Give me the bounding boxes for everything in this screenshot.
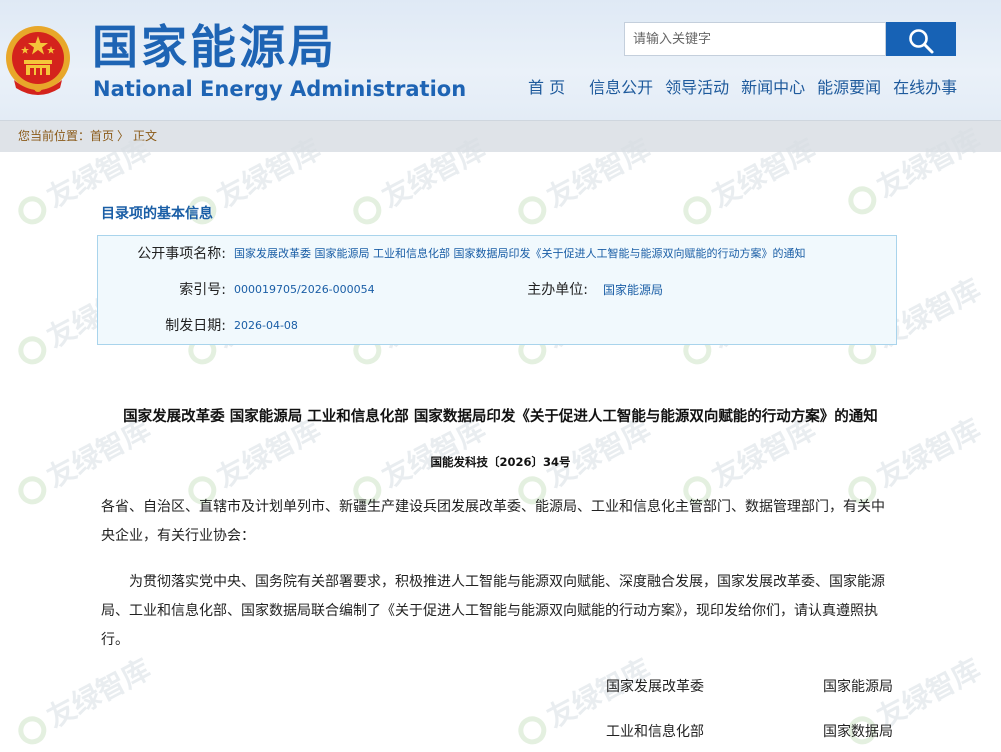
organizer-label: 主办单位: [527, 282, 588, 298]
signatory: 国家发展改革委 [606, 679, 704, 695]
site-title-cn: 国家能源局 [92, 20, 337, 74]
breadcrumb: 您当前位置： 首页 〉 正文 [0, 120, 1001, 152]
search-icon [909, 28, 934, 53]
item-name-label: 公开事项名称: [137, 246, 226, 262]
organizer-value: 国家能源局 [603, 283, 664, 297]
nav-energy-news[interactable]: 能源要闻 [817, 77, 881, 99]
site-title-en: National Energy Administration [93, 77, 467, 101]
document-body: 为贯彻落实党中央、国务院有关部署要求，积极推进人工智能与能源双向赋能、深度融合发… [101, 574, 885, 648]
signatory: 国家数据局 [823, 724, 893, 740]
breadcrumb-current: 正文 [133, 129, 158, 143]
nav-leadership-activities[interactable]: 领导活动 [665, 77, 729, 99]
document-addressee: 各省、自治区、直辖市及计划单列市、新疆生产建设兵团发展改革委、能源局、工业和信息… [101, 499, 885, 544]
breadcrumb-home-link[interactable]: 首页 [90, 121, 114, 152]
search-button[interactable] [886, 22, 956, 56]
document-number: 国能发科技〔2026〕34号 [430, 455, 571, 469]
watermark: 友绿智库 [9, 648, 157, 752]
info-section-title: 目录项的基本信息 [101, 206, 213, 222]
signatory: 工业和信息化部 [606, 724, 704, 740]
breadcrumb-prefix: 您当前位置： [18, 129, 91, 143]
main-nav: 首 页 信息公开 领导活动 新闻中心 能源要闻 在线办事 [528, 77, 969, 99]
nav-info-disclosure[interactable]: 信息公开 [589, 77, 653, 99]
national-emblem-icon [6, 26, 70, 95]
document-title: 国家发展改革委 国家能源局 工业和信息化部 国家数据局印发《关于促进人工智能与能… [123, 409, 878, 425]
item-name-value: 国家发展改革委 国家能源局 工业和信息化部 国家数据局印发《关于促进人工智能与能… [234, 247, 806, 260]
issue-date-value: 2026-04-08 [234, 319, 298, 332]
nav-online-services[interactable]: 在线办事 [893, 77, 957, 99]
site-header: 国家能源局 National Energy Administration 首 页… [0, 0, 1001, 120]
nav-news-center[interactable]: 新闻中心 [741, 77, 805, 99]
breadcrumb-separator-icon: 〉 [117, 129, 130, 143]
search-input[interactable] [624, 22, 886, 56]
info-table: 公开事项名称: 国家发展改革委 国家能源局 工业和信息化部 国家数据局印发《关于… [97, 235, 897, 345]
nav-home[interactable]: 首 页 [528, 77, 565, 99]
index-number-label: 索引号: [179, 282, 226, 298]
index-number-value: 000019705/2026-000054 [234, 283, 375, 296]
signatory: 国家能源局 [823, 679, 893, 695]
issue-date-label: 制发日期: [165, 318, 226, 334]
